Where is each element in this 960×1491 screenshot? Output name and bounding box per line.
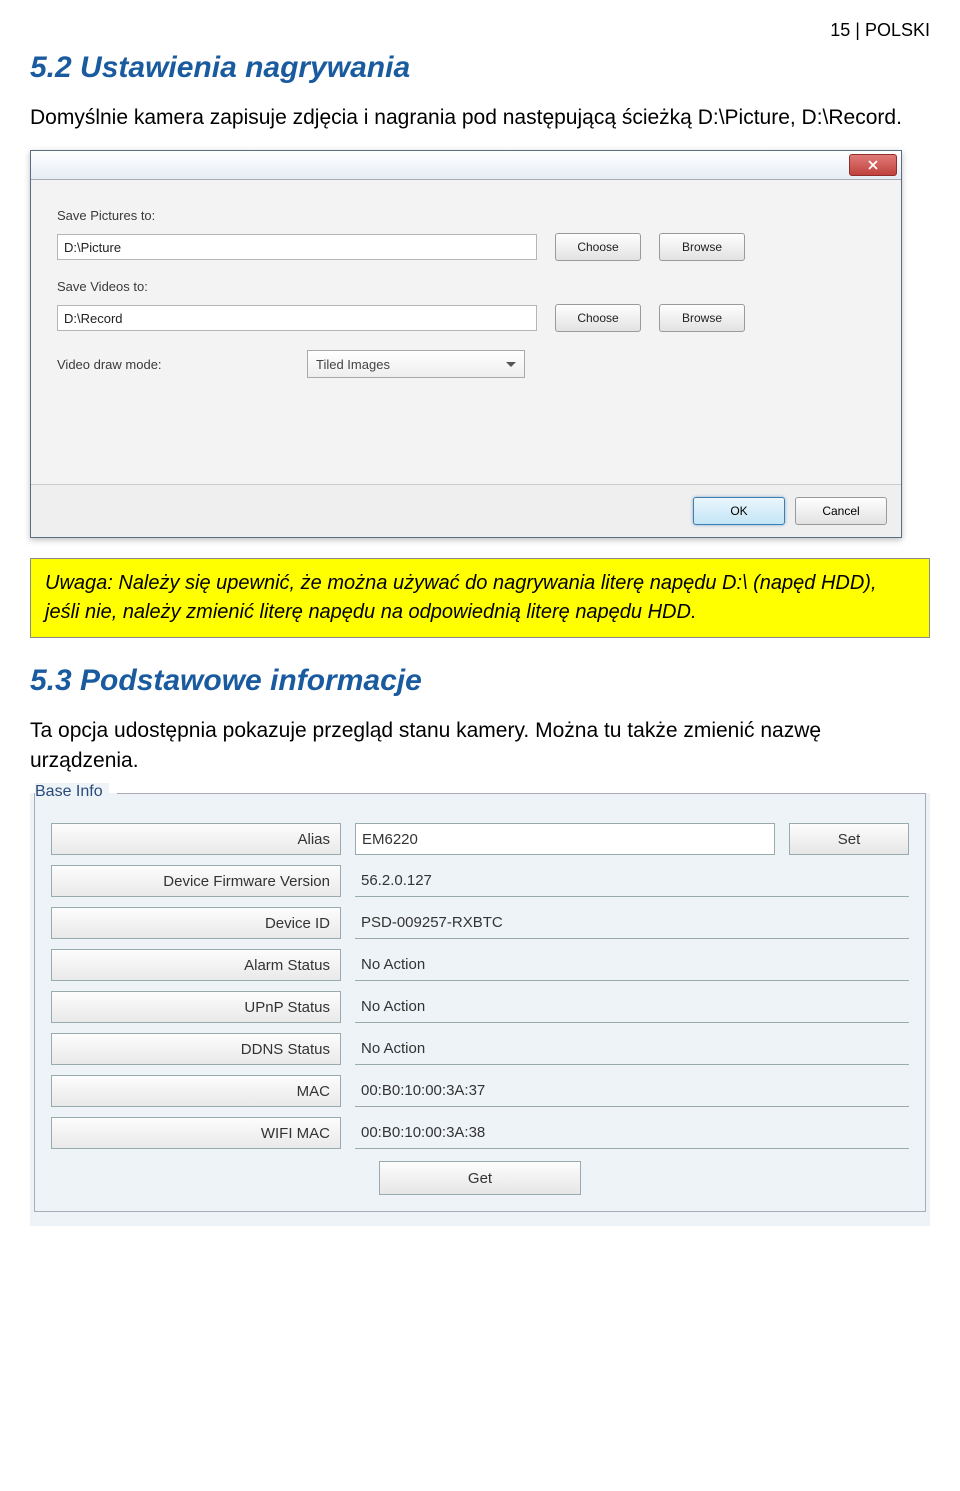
cancel-button[interactable]: Cancel (795, 497, 887, 525)
warning-note: Uwaga: Należy się upewnić, że można używ… (30, 558, 930, 638)
browse-videos-button[interactable]: Browse (659, 304, 745, 332)
info-label: Device Firmware Version (51, 865, 341, 897)
info-row: Alarm Status No Action (51, 949, 909, 981)
info-row: MAC 00:B0:10:00:3A:37 (51, 1075, 909, 1107)
save-pictures-label: Save Pictures to: (57, 208, 875, 223)
info-value: No Action (355, 991, 909, 1023)
section-5-3-title: 5.3 Podstawowe informacje (30, 664, 930, 698)
info-value: PSD-009257-RXBTC (355, 907, 909, 939)
section-5-2-title: 5.2 Ustawienia nagrywania (30, 51, 930, 85)
save-settings-dialog: Save Pictures to: Choose Browse Save Vid… (30, 150, 902, 538)
save-videos-input[interactable] (57, 305, 537, 331)
warning-note-text: Uwaga: Należy się upewnić, że można używ… (45, 572, 877, 623)
dialog-titlebar (31, 151, 901, 180)
info-label: MAC (51, 1075, 341, 1107)
close-button[interactable] (849, 154, 897, 176)
base-info-groupbox-title: Base Info (35, 783, 109, 801)
info-label: Device ID (51, 907, 341, 939)
info-label: WIFI MAC (51, 1117, 341, 1149)
info-row: WIFI MAC 00:B0:10:00:3A:38 (51, 1117, 909, 1149)
save-pictures-input[interactable] (57, 234, 537, 260)
info-value: 00:B0:10:00:3A:37 (355, 1075, 909, 1107)
section-5-3-intro: Ta opcja udostępnia pokazuje przegląd st… (30, 716, 930, 775)
info-row: Alias EM6220 Set (51, 823, 909, 855)
section-5-2-intro: Domyślnie kamera zapisuje zdjęcia i nagr… (30, 103, 930, 132)
base-info-panel: Base Info AliasEM6220SetDevice Firmware … (30, 793, 930, 1226)
info-value: 00:B0:10:00:3A:38 (355, 1117, 909, 1149)
save-videos-label: Save Videos to: (57, 279, 875, 294)
video-draw-mode-select[interactable]: Tiled Images (307, 350, 525, 378)
info-row: DDNS Status No Action (51, 1033, 909, 1065)
info-value: 56.2.0.127 (355, 865, 909, 897)
info-row: Device ID PSD-009257-RXBTC (51, 907, 909, 939)
get-button[interactable]: Get (379, 1161, 581, 1195)
info-value: No Action (355, 1033, 909, 1065)
choose-pictures-button[interactable]: Choose (555, 233, 641, 261)
info-row: UPnP Status No Action (51, 991, 909, 1023)
info-value[interactable]: EM6220 (355, 823, 775, 855)
ok-button[interactable]: OK (693, 497, 785, 525)
browse-pictures-button[interactable]: Browse (659, 233, 745, 261)
page-header: 15 | POLSKI (30, 20, 930, 41)
video-draw-mode-value: Tiled Images (316, 357, 390, 372)
info-row: Device Firmware Version 56.2.0.127 (51, 865, 909, 897)
info-label: Alarm Status (51, 949, 341, 981)
close-icon (868, 160, 878, 170)
choose-videos-button[interactable]: Choose (555, 304, 641, 332)
info-label: UPnP Status (51, 991, 341, 1023)
info-label: Alias (51, 823, 341, 855)
set-button[interactable]: Set (789, 823, 909, 855)
info-label: DDNS Status (51, 1033, 341, 1065)
video-draw-mode-label: Video draw mode: (57, 357, 287, 372)
info-value: No Action (355, 949, 909, 981)
chevron-down-icon (506, 362, 516, 367)
